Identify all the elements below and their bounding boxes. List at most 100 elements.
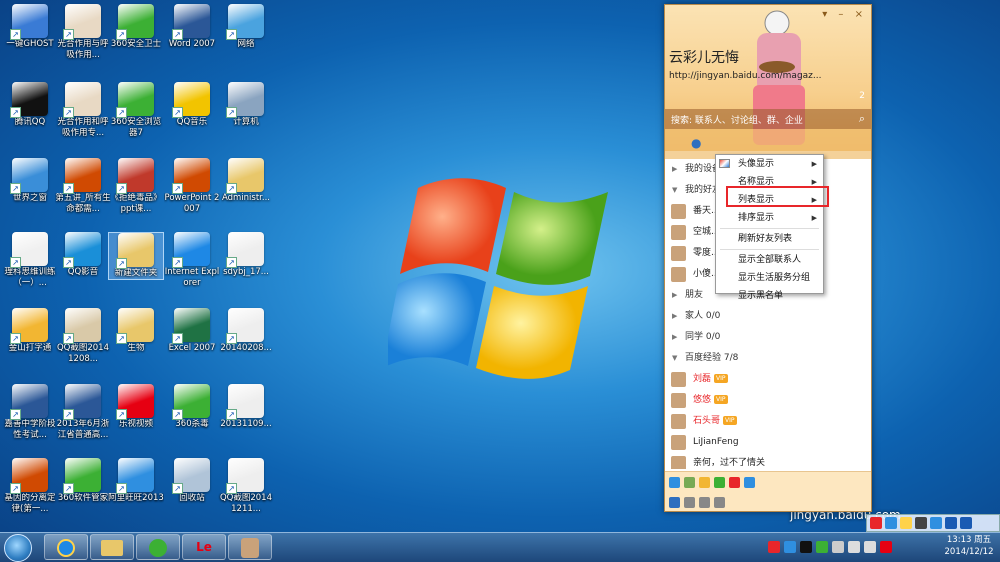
desktop-icon[interactable]: ↗ 新建文件夹	[108, 232, 164, 280]
desktop-icon-image: ↗	[10, 4, 48, 40]
shortcut-arrow-icon: ↗	[10, 257, 21, 268]
qq-search-input[interactable]: 搜索: 联系人、讨论组、群、企业	[671, 116, 803, 126]
app-icon[interactable]	[684, 476, 695, 488]
desktop-icon[interactable]: ↗ 20140208...	[218, 308, 274, 354]
start-button[interactable]	[4, 534, 32, 562]
speaker-icon[interactable]	[699, 496, 710, 508]
keyboard-icon[interactable]	[930, 517, 942, 529]
app-icon[interactable]	[744, 476, 755, 488]
desktop-icon[interactable]: ↗ QQ截图20141208...	[55, 308, 111, 365]
menu-item[interactable]: 排序显示 ▶	[716, 209, 823, 227]
desktop-icon[interactable]: ↗ QQ音乐	[164, 82, 220, 128]
mail-count[interactable]: 2	[859, 91, 865, 101]
vip-badge: VIP	[723, 416, 737, 425]
desktop-icon[interactable]: ↗ 光合作用与呼吸作用...	[55, 4, 111, 61]
contact-group[interactable]: ▶ 同学 0/0	[665, 327, 871, 348]
taskbar-letv-icon[interactable]: Le	[182, 534, 226, 560]
qq-signature[interactable]: http://jingyan.baidu.com/magaz...	[669, 71, 821, 81]
desktop-icon[interactable]: ↗ 回收站	[164, 458, 220, 504]
desktop-icon[interactable]: ↗ 360安全浏览器7	[108, 82, 164, 139]
desktop-icon[interactable]: ↗ 360安全卫士	[108, 4, 164, 50]
qq-nickname[interactable]: 云彩儿无悔	[669, 47, 739, 67]
desktop-icon[interactable]: ↗ 360软件管家	[55, 458, 111, 504]
volume-icon[interactable]	[864, 541, 876, 553]
list-item[interactable]: LiJianFeng	[665, 432, 871, 453]
taskbar-ie-icon[interactable]	[44, 534, 88, 560]
qq-search-bar[interactable]: 搜索: 联系人、讨论组、群、企业 ⌕	[665, 109, 871, 129]
qq-tray-icon[interactable]	[800, 541, 812, 553]
desktop-icon[interactable]: ↗ 360杀毒	[164, 384, 220, 430]
desktop-icon[interactable]: ↗ 计算机	[218, 82, 274, 128]
contact-group[interactable]: ▶ 家人 0/0	[665, 306, 871, 327]
desktop-icon[interactable]: ↗ 金山打字通	[2, 308, 58, 354]
desktop-icon[interactable]: ↗ 世界之窗	[2, 158, 58, 204]
desktop-icon[interactable]: ↗ Internet Explorer	[164, 232, 220, 289]
menu-item[interactable]: 头像显示 ▶	[716, 155, 823, 173]
desktop-icon[interactable]: ↗ 腾讯QQ	[2, 82, 58, 128]
desktop-icon-label: 《拒绝毒品》ppt课...	[110, 193, 162, 214]
desktop-icon[interactable]: ↗ QQ影音	[55, 232, 111, 278]
flag-icon[interactable]	[832, 541, 844, 553]
desktop-icon-image: ↗	[226, 4, 264, 40]
contacts-tab-icon[interactable]: ●	[691, 136, 701, 150]
taskbar-explorer-icon[interactable]	[90, 534, 134, 560]
desktop-icon[interactable]: ↗ Administr...	[218, 158, 274, 204]
menu-item[interactable]: 显示全部联系人	[716, 251, 823, 269]
desktop-icon[interactable]: ↗ 《拒绝毒品》ppt课...	[108, 158, 164, 215]
tray-icon[interactable]	[784, 541, 796, 553]
network-icon[interactable]	[848, 541, 860, 553]
list-item[interactable]: 刘磊 VIP	[665, 369, 871, 390]
gear-icon[interactable]	[684, 496, 695, 508]
360-tray-icon[interactable]	[816, 541, 828, 553]
qq-floating-toolbar[interactable]	[866, 514, 1000, 532]
sogou-icon[interactable]	[870, 517, 882, 529]
desktop-icon[interactable]: ↗ sdybj_17...	[218, 232, 274, 278]
desktop-icon[interactable]: ↗ 生物	[108, 308, 164, 354]
desktop-icon[interactable]: ↗ Excel 2007	[164, 308, 220, 354]
app-icon[interactable]	[699, 476, 710, 488]
desktop-icon[interactable]: ↗ 20131109...	[218, 384, 274, 430]
desktop-icon[interactable]: ↗ 2013年6月浙江省普通高...	[55, 384, 111, 441]
menu-item[interactable]: 显示生活服务分组	[716, 269, 823, 287]
punct-icon[interactable]	[915, 517, 927, 529]
desktop-icon[interactable]: ↗ Word 2007	[164, 4, 220, 50]
desktop-icon[interactable]: ↗ 光合作用和呼吸作用专...	[55, 82, 111, 139]
avatar	[671, 372, 686, 387]
desktop-icon[interactable]: ↗ QQ截图20141211...	[218, 458, 274, 515]
system-tray[interactable]	[768, 535, 936, 559]
shortcut-arrow-icon: ↗	[63, 483, 74, 494]
desktop-icon[interactable]: ↗ 第五讲_所有生命都需...	[55, 158, 111, 215]
desktop-icon[interactable]: ↗ 理科思维训练（一）...	[2, 232, 58, 289]
contact-list-context-menu[interactable]: 头像显示 ▶ 名称显示 ▶ 列表显示 ▶ 排序显示 ▶ 刷新好友列表 显示全部联系人 显示生活服务分…	[715, 154, 824, 301]
desktop-icon[interactable]: ↗ 嘉善中学阶段性考试...	[2, 384, 58, 441]
list-item[interactable]: 悠悠 VIP	[665, 390, 871, 411]
desktop-icon[interactable]: ↗ 基因的分离定律(第一...	[2, 458, 58, 515]
contact-group[interactable]: ▼ 百度经验 7/8	[665, 348, 871, 369]
desktop-icon[interactable]: ↗ PowerPoint 2007	[164, 158, 220, 215]
folder-icon[interactable]	[714, 496, 725, 508]
taskbar-clock[interactable]: 13:13 周五 2014/12/12	[938, 534, 1000, 558]
tools-icon[interactable]	[960, 517, 972, 529]
shirt-icon[interactable]	[945, 517, 957, 529]
desktop-icon[interactable]: ↗ 乐视视频	[108, 384, 164, 430]
list-item[interactable]: 石头哥 VIP	[665, 411, 871, 432]
moon-icon[interactable]	[900, 517, 912, 529]
app-icon[interactable]	[669, 476, 680, 488]
menu-item[interactable]: 显示黑名单	[716, 287, 823, 305]
menu-item[interactable]: 刷新好友列表	[716, 230, 823, 248]
sogou-tray-icon[interactable]	[768, 541, 780, 553]
desktop-icon[interactable]: ↗ 一键GHOST	[2, 4, 58, 50]
letv-tray-icon[interactable]	[880, 541, 892, 553]
app-icon[interactable]	[729, 476, 740, 488]
lang-icon[interactable]	[885, 517, 897, 529]
taskbar-360browser-icon[interactable]	[136, 534, 180, 560]
search-icon[interactable]: ⌕	[859, 112, 865, 126]
menu-icon[interactable]	[669, 496, 680, 508]
desktop-icon[interactable]: ↗ 阿里旺旺2013	[108, 458, 164, 504]
desktop-icon[interactable]: ↗ 网络	[218, 4, 274, 50]
list-item[interactable]: 亲何，过不了情关	[665, 453, 871, 469]
qq-window-controls[interactable]: ▾ – ×	[822, 9, 867, 20]
taskbar-qq-avatar-icon[interactable]	[228, 534, 272, 560]
app-icon[interactable]	[714, 476, 725, 488]
desktop-icon-label: QQ截图20141208...	[56, 343, 109, 364]
